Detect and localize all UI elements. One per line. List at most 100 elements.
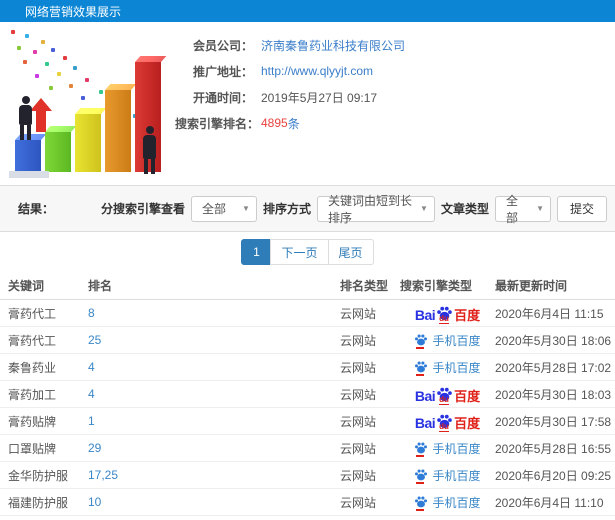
engine-select[interactable]: 全部 ▼	[190, 195, 257, 222]
promo-url-link[interactable]: http://www.qlyyjt.com	[261, 64, 373, 78]
promo-url-label: 推广地址：	[192, 64, 253, 79]
engine-type-cell: Bai du 百度	[400, 305, 495, 324]
rank-cell[interactable]: 8	[88, 306, 340, 320]
rank-type-cell: 云网站	[340, 387, 377, 402]
rank-cell[interactable]: 10	[88, 495, 340, 509]
baidu-du-text: du	[439, 313, 449, 324]
engine-rank-suffix[interactable]: 条	[288, 115, 300, 132]
table-row: 口罩贴牌 29 云网站 手机百度 2020年5月28日 16:55	[0, 435, 615, 462]
filter-controls: 分搜索引擎查看 全部 ▼ 排序方式 关键词由短到长排序 ▼ 文章类型 全部 ▼ …	[101, 194, 607, 225]
table-row: 膏药贴牌 1 云网站 Bai du 百度 2020年5月30日 17:58	[0, 408, 615, 435]
sort-select-value: 关键词由短到长排序	[327, 193, 412, 225]
promo-url-row: 推广地址： http://www.qlyyjt.com	[175, 58, 605, 84]
sort-filter-label: 排序方式	[262, 202, 311, 216]
businessman-figure-right	[143, 126, 156, 174]
rank-type-cell: 云网站	[340, 306, 377, 321]
baidu-cn-text: 百度	[454, 307, 481, 323]
engine-type-cell: Bai du 百度	[400, 386, 495, 405]
company-link[interactable]: 济南秦鲁药业科技有限公司	[261, 37, 405, 54]
table-row: 福建防护服 10 云网站 手机百度 2020年6月4日 11:10	[0, 489, 615, 516]
update-time-cell: 2020年5月30日 17:58	[495, 414, 612, 429]
page-1-button[interactable]: 1	[241, 239, 272, 265]
last-page-button[interactable]: 尾页	[327, 239, 374, 265]
baidu-bai-text: Bai	[414, 306, 436, 323]
mobile-baidu-logo: 手机百度	[414, 332, 481, 349]
businessman-figure-left	[19, 96, 32, 140]
baidu-logo: Bai du 百度	[414, 413, 481, 432]
update-time-cell: 2020年5月28日 17:02	[495, 360, 612, 375]
baidu-bai-text: Bai	[414, 414, 436, 431]
next-page-button[interactable]: 下一页	[270, 239, 329, 265]
sort-select[interactable]: 关键词由短到长排序 ▼	[316, 194, 435, 225]
article-type-label: 文章类型	[440, 202, 489, 216]
baidu-logo: Bai du 百度	[414, 386, 481, 405]
baidu-paw-icon: du	[436, 386, 453, 405]
mobile-baidu-logo: 手机百度	[414, 359, 481, 376]
table-row: Bai du 百度	[0, 516, 615, 520]
baidu-du-text: du	[439, 421, 449, 432]
open-time-label: 开通时间：	[192, 90, 253, 105]
mobile-baidu-logo: 手机百度	[414, 467, 481, 484]
update-time-cell: 2020年6月20日 09:25	[495, 468, 612, 483]
article-type-value: 全部	[505, 193, 518, 225]
baidu-bai-text: Bai	[414, 387, 436, 404]
pagination: 1 下一页 尾页	[241, 239, 374, 265]
page-title: 网络营销效果展示	[25, 4, 122, 19]
baidu-cn-text: 百度	[454, 388, 481, 404]
rank-cell[interactable]: 25	[88, 333, 340, 347]
keyword-cell: 福建防护服	[8, 495, 69, 510]
chevron-down-icon: ▼	[420, 204, 428, 213]
table-row: 金华防护服 17,25 云网站 手机百度 2020年6月20日 09:25	[0, 462, 615, 489]
bar-yellow	[75, 114, 101, 172]
company-label: 会员公司：	[192, 38, 253, 53]
engine-type-cell: 手机百度	[400, 359, 495, 376]
results-table: 关键词 排名 排名类型 搜索引擎类型 最新更新时间 膏药代工 8 云网站 Bai…	[0, 272, 615, 520]
platform	[9, 171, 49, 178]
update-time-cell: 2020年5月30日 18:03	[495, 387, 612, 402]
bar-green	[45, 132, 71, 172]
bar-chart-illustration	[5, 28, 173, 180]
update-time-cell: 2020年5月30日 18:06	[495, 333, 612, 348]
keyword-cell: 秦鲁药业	[8, 360, 57, 375]
baidu-paw-icon	[414, 360, 428, 376]
engine-type-cell: 手机百度	[400, 494, 495, 511]
table-body: 膏药代工 8 云网站 Bai du 百度 2020年6月4日 11:15 膏药代…	[0, 300, 615, 520]
baidu-cn-text: 百度	[454, 415, 481, 431]
open-time-value: 2019年5月27日 09:17	[261, 90, 378, 105]
article-type-select[interactable]: 全部 ▼	[494, 194, 551, 225]
engine-type-cell: 手机百度	[400, 467, 495, 484]
engine-select-value: 全部	[201, 202, 226, 216]
rank-cell[interactable]: 4	[88, 360, 340, 374]
keyword-cell: 金华防护服	[8, 468, 69, 483]
rank-cell[interactable]: 4	[88, 387, 340, 401]
header-bar: 网络营销效果展示	[0, 0, 615, 22]
rank-type-cell: 云网站	[340, 495, 377, 510]
pagination-wrap: 1 下一页 尾页	[0, 232, 615, 272]
baidu-paw-icon	[414, 441, 428, 457]
rank-cell[interactable]: 1	[88, 414, 340, 428]
filter-bar: 结果： 分搜索引擎查看 全部 ▼ 排序方式 关键词由短到长排序 ▼ 文章类型 全…	[0, 185, 615, 232]
update-time-cell: 2020年6月4日 11:15	[495, 306, 604, 321]
rank-cell[interactable]: 29	[88, 441, 340, 455]
company-row: 会员公司： 济南秦鲁药业科技有限公司	[175, 32, 605, 58]
rank-type-cell: 云网站	[340, 360, 377, 375]
col-engine-type: 搜索引擎类型	[400, 279, 473, 293]
hero-section: 会员公司： 济南秦鲁药业科技有限公司 推广地址： http://www.qlyy…	[0, 22, 615, 185]
keyword-cell: 膏药代工	[8, 333, 57, 348]
mobile-baidu-text: 手机百度	[432, 495, 481, 510]
rank-cell[interactable]: 17,25	[88, 468, 340, 482]
keyword-cell: 膏药加工	[8, 387, 57, 402]
keyword-cell: 膏药贴牌	[8, 414, 57, 429]
bar-orange	[105, 90, 131, 172]
bar-blue	[15, 140, 41, 172]
chevron-down-icon: ▼	[242, 204, 250, 213]
mobile-baidu-text: 手机百度	[432, 360, 481, 375]
table-header-row: 关键词 排名 排名类型 搜索引擎类型 最新更新时间	[0, 272, 615, 300]
baidu-paw-icon: du	[436, 305, 453, 324]
submit-button[interactable]: 提交	[556, 195, 607, 222]
page: 网络营销效果展示 会员公司： 济南秦鲁药业科技有限公司 推广地址： http:/…	[0, 0, 615, 520]
update-time-cell: 2020年6月4日 11:10	[495, 495, 604, 510]
engine-rank-row: 搜索引擎排名： 4895 条	[175, 110, 605, 136]
col-rank-type: 排名类型	[340, 279, 389, 293]
result-label: 结果：	[18, 202, 55, 216]
